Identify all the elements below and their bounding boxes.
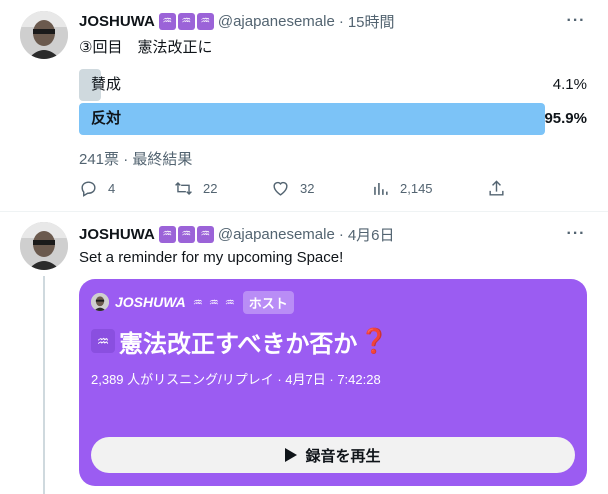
host-tag: ホスト <box>242 290 294 314</box>
avatar[interactable] <box>20 11 68 59</box>
avatar-image <box>20 222 68 270</box>
tweet-header: JOSHUWA ♒ ♒ ♒ @ajapanesemale · 4月6日 <box>79 224 395 244</box>
play-icon <box>285 448 298 462</box>
views-count: 2,145 <box>400 181 433 196</box>
retweet-icon <box>175 181 192 196</box>
aquarius-badge-icon: ♒ <box>158 12 176 30</box>
question-mark-icon: ❓ <box>359 327 390 355</box>
aquarius-badge-icon: ♒ <box>208 296 219 309</box>
space-host: JOSHUWA ♒ ♒ ♒ ホスト <box>91 290 294 314</box>
author-handle[interactable]: @ajapanesemale <box>218 226 335 243</box>
views-button[interactable]: 2,145 <box>371 179 433 198</box>
retweet-count: 22 <box>203 181 218 196</box>
play-recording-button[interactable]: 録音を再生 <box>91 437 575 473</box>
tweet-header: JOSHUWA ♒ ♒ ♒ @ajapanesemale · 15時間 <box>79 11 395 31</box>
space-card[interactable]: JOSHUWA ♒ ♒ ♒ ホスト ♒ 憲法改正すべきか否か ❓ 2,389 人… <box>79 279 587 486</box>
aquarius-badge-icon: ♒ <box>177 12 195 30</box>
space-title: ♒ 憲法改正すべきか否か ❓ <box>91 323 389 359</box>
tweet-actions: 4 22 32 2,145 <box>79 179 509 199</box>
aquarius-badge-icon: ♒ <box>196 12 214 30</box>
avatar-image <box>20 11 68 59</box>
tweet[interactable]: JOSHUWA ♒ ♒ ♒ @ajapanesemale · 15時間 ··· … <box>0 0 608 212</box>
poll-option-label: 賛成 <box>91 76 122 93</box>
poll-option-percent: 4.1% <box>552 76 587 93</box>
host-avatar <box>91 293 109 311</box>
aquarius-badge-icon: ♒ <box>91 329 115 353</box>
host-avatar-image <box>91 293 109 311</box>
tweet-text: Set a reminder for my upcoming Space! <box>79 249 344 266</box>
heart-icon <box>273 181 288 196</box>
reply-count: 4 <box>108 181 116 196</box>
author-handle[interactable]: @ajapanesemale <box>218 13 335 30</box>
aquarius-badge-icon: ♒ <box>196 225 214 243</box>
tweet-time[interactable]: 4月6日 <box>348 224 395 245</box>
aquarius-badge-icon: ♒ <box>177 225 195 243</box>
more-icon[interactable]: ··· <box>566 224 586 244</box>
share-icon <box>489 180 504 196</box>
space-stats: 2,389 人がリスニング/リプレイ · 4月7日 · 7:42:28 <box>91 372 381 387</box>
like-button[interactable]: 32 <box>271 179 314 198</box>
author-badges: ♒ ♒ ♒ <box>157 225 214 243</box>
separator-dot: · <box>338 225 344 243</box>
more-icon[interactable]: ··· <box>566 11 586 31</box>
tweet-time[interactable]: 15時間 <box>348 11 395 32</box>
retweet-button[interactable]: 22 <box>174 179 217 198</box>
author-name[interactable]: JOSHUWA <box>79 226 155 243</box>
poll-option-percent: 95.9% <box>544 110 587 127</box>
poll-meta: 241票 · 最終結果 <box>79 151 193 168</box>
separator-dot: · <box>338 12 344 30</box>
play-button-label: 録音を再生 <box>305 447 381 465</box>
poll-option-1: 賛成 4.1% <box>79 69 587 101</box>
share-button[interactable] <box>487 179 516 198</box>
host-name: JOSHUWA <box>115 294 186 310</box>
author-name[interactable]: JOSHUWA <box>79 13 155 30</box>
reply-icon <box>81 181 96 197</box>
space-title-text: 憲法改正すべきか否か <box>119 330 358 358</box>
views-icon <box>374 182 388 195</box>
poll-option-2: 反対 95.9% <box>79 103 587 135</box>
author-badges: ♒ ♒ ♒ <box>157 12 214 30</box>
like-count: 32 <box>300 181 315 196</box>
avatar[interactable] <box>20 222 68 270</box>
aquarius-badge-icon: ♒ <box>192 296 203 309</box>
thread-line <box>43 276 45 494</box>
aquarius-badge-icon: ♒ <box>224 296 235 309</box>
reply-button[interactable]: 4 <box>79 179 115 198</box>
tweet-text: ③回目 憲法改正に <box>79 39 213 56</box>
host-badges: ♒ ♒ ♒ <box>189 295 237 309</box>
poll-bar <box>79 103 545 135</box>
poll-option-label: 反対 <box>91 110 122 127</box>
aquarius-badge-icon: ♒ <box>158 225 176 243</box>
